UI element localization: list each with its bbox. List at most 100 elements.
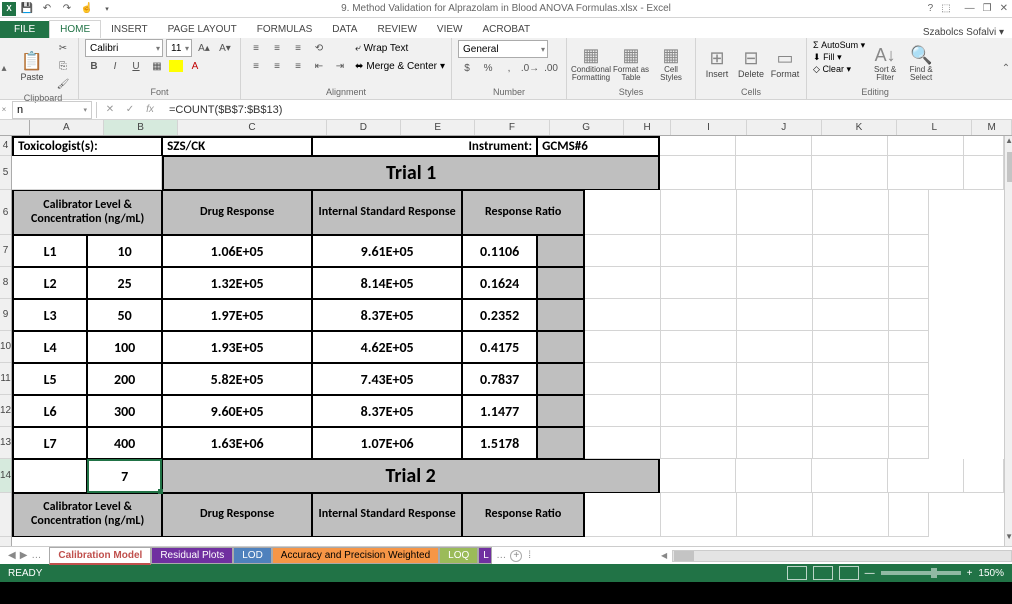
- row-14[interactable]: 14: [0, 459, 11, 493]
- increase-decimal-icon[interactable]: .0→: [521, 60, 539, 76]
- count-cell[interactable]: 7: [87, 459, 162, 493]
- ratio-cell[interactable]: 0.4175: [462, 331, 537, 363]
- merge-center-button[interactable]: ⬌ Merge & Center ▾: [355, 58, 445, 74]
- redo-icon[interactable]: ↷: [58, 1, 76, 17]
- row-15-partial[interactable]: [0, 493, 11, 537]
- help-icon[interactable]: ?: [928, 3, 934, 14]
- row-11[interactable]: 11: [0, 363, 11, 395]
- sheet-nav-more-icon[interactable]: …: [31, 550, 41, 561]
- row-8[interactable]: 8: [0, 267, 11, 299]
- fx-icon[interactable]: fx: [141, 104, 159, 115]
- orientation-icon[interactable]: ⟲: [310, 40, 328, 56]
- istd-cell[interactable]: 7.43E+05: [312, 363, 462, 395]
- sheet-tab-calibration[interactable]: Calibration Model: [49, 547, 151, 565]
- normal-view-icon[interactable]: [787, 566, 807, 580]
- name-box[interactable]: n: [12, 101, 92, 119]
- comma-icon[interactable]: ,: [500, 60, 518, 76]
- sheet-more-icon[interactable]: …: [492, 550, 510, 561]
- tab-page-layout[interactable]: PAGE LAYOUT: [158, 21, 247, 38]
- fill-button[interactable]: ⬇ Fill ▾: [813, 52, 865, 63]
- border-button[interactable]: ▦: [148, 58, 166, 74]
- conc-cell[interactable]: 25: [87, 267, 162, 299]
- col-A[interactable]: A: [30, 120, 104, 135]
- conc-cell[interactable]: 200: [87, 363, 162, 395]
- decrease-indent-icon[interactable]: ⇤: [310, 58, 328, 74]
- level-cell[interactable]: L5: [12, 363, 87, 395]
- level-cell[interactable]: L4: [12, 331, 87, 363]
- save-icon[interactable]: 💾: [18, 1, 36, 17]
- col-C[interactable]: C: [178, 120, 327, 135]
- decrease-decimal-icon[interactable]: .00: [542, 60, 560, 76]
- align-top-icon[interactable]: ≡: [247, 40, 265, 56]
- paste-button[interactable]: 📋Paste: [14, 43, 50, 89]
- cancel-formula-icon[interactable]: ✕: [101, 104, 119, 115]
- wrap-text-button[interactable]: ⤶ Wrap Text: [355, 40, 445, 56]
- enter-formula-icon[interactable]: ✓: [121, 104, 139, 115]
- zoom-out-icon[interactable]: —: [865, 568, 875, 579]
- conc-cell[interactable]: 100: [87, 331, 162, 363]
- formula-input[interactable]: =COUNT($B$7:$B$13): [163, 104, 1012, 116]
- qat-customize-icon[interactable]: ▾: [98, 1, 116, 17]
- insert-cells-button[interactable]: ⊞Insert: [702, 40, 732, 86]
- row-7[interactable]: 7: [0, 235, 11, 267]
- col-M[interactable]: M: [972, 120, 1012, 135]
- istd-cell[interactable]: 1.07E+06: [312, 427, 462, 459]
- drug-cell[interactable]: 5.82E+05: [162, 363, 312, 395]
- page-layout-view-icon[interactable]: [813, 566, 833, 580]
- col-B[interactable]: B: [104, 120, 178, 135]
- drug-cell[interactable]: 1.06E+05: [162, 235, 312, 267]
- istd-cell[interactable]: 4.62E+05: [312, 331, 462, 363]
- ratio-cell[interactable]: 0.1624: [462, 267, 537, 299]
- row-6[interactable]: 6: [0, 190, 11, 235]
- horizontal-scrollbar[interactable]: ◀ ▶: [672, 550, 1012, 562]
- spreadsheet-grid[interactable]: 4 5 6 7 8 9 10 11 12 13 14 Toxicologist(…: [0, 136, 1012, 546]
- col-E[interactable]: E: [401, 120, 475, 135]
- level-cell[interactable]: L2: [12, 267, 87, 299]
- vertical-scrollbar[interactable]: ▲ ▼: [1004, 136, 1012, 546]
- col-I[interactable]: I: [671, 120, 746, 135]
- row-10[interactable]: 10: [0, 331, 11, 363]
- istd-cell[interactable]: 8.37E+05: [312, 395, 462, 427]
- sheet-tab-lod[interactable]: LOD: [233, 547, 272, 564]
- toxicologist-value[interactable]: SZS/CK: [162, 136, 312, 156]
- font-size-dropdown[interactable]: 11: [166, 39, 192, 57]
- ratio-cell[interactable]: 0.2352: [462, 299, 537, 331]
- font-color-button[interactable]: A: [186, 58, 204, 74]
- increase-font-icon[interactable]: A▴: [195, 40, 213, 56]
- row-5[interactable]: 5: [0, 156, 11, 190]
- fill-color-button[interactable]: [169, 60, 183, 72]
- ratio-cell[interactable]: 0.1106: [462, 235, 537, 267]
- conc-cell[interactable]: 50: [87, 299, 162, 331]
- undo-icon[interactable]: ↶: [38, 1, 56, 17]
- instrument-value[interactable]: GCMS#6: [537, 136, 660, 156]
- underline-button[interactable]: U: [127, 58, 145, 74]
- conc-cell[interactable]: 10: [87, 235, 162, 267]
- percent-icon[interactable]: %: [479, 60, 497, 76]
- tab-formulas[interactable]: FORMULAS: [247, 21, 323, 38]
- bold-button[interactable]: B: [85, 58, 103, 74]
- format-painter-icon[interactable]: 🖌: [54, 76, 72, 92]
- level-cell[interactable]: L6: [12, 395, 87, 427]
- align-center-icon[interactable]: ≡: [268, 58, 286, 74]
- page-break-view-icon[interactable]: [839, 566, 859, 580]
- align-bottom-icon[interactable]: ≡: [289, 40, 307, 56]
- drug-cell[interactable]: 1.93E+05: [162, 331, 312, 363]
- sheet-tab-loq[interactable]: LOQ: [439, 547, 478, 564]
- col-K[interactable]: K: [822, 120, 897, 135]
- user-name[interactable]: Szabolcs Sofalvi ▾: [923, 27, 1012, 38]
- zoom-slider[interactable]: [881, 571, 961, 575]
- format-as-table-button[interactable]: ▦Format as Table: [613, 40, 649, 86]
- sheet-nav-next-icon[interactable]: ▶: [20, 550, 28, 561]
- tab-view[interactable]: VIEW: [427, 21, 473, 38]
- row-13[interactable]: 13: [0, 427, 11, 459]
- align-middle-icon[interactable]: ≡: [268, 40, 286, 56]
- currency-icon[interactable]: $: [458, 60, 476, 76]
- ratio-cell[interactable]: 1.5178: [462, 427, 537, 459]
- conditional-formatting-button[interactable]: ▦Conditional Formatting: [573, 40, 609, 86]
- col-L[interactable]: L: [897, 120, 972, 135]
- zoom-level[interactable]: 150%: [978, 568, 1004, 579]
- drug-cell[interactable]: 1.97E+05: [162, 299, 312, 331]
- maximize-icon[interactable]: ❐: [983, 3, 992, 14]
- sheet-tab-accuracy[interactable]: Accuracy and Precision Weighted: [272, 547, 439, 564]
- cell-styles-button[interactable]: ▦Cell Styles: [653, 40, 689, 86]
